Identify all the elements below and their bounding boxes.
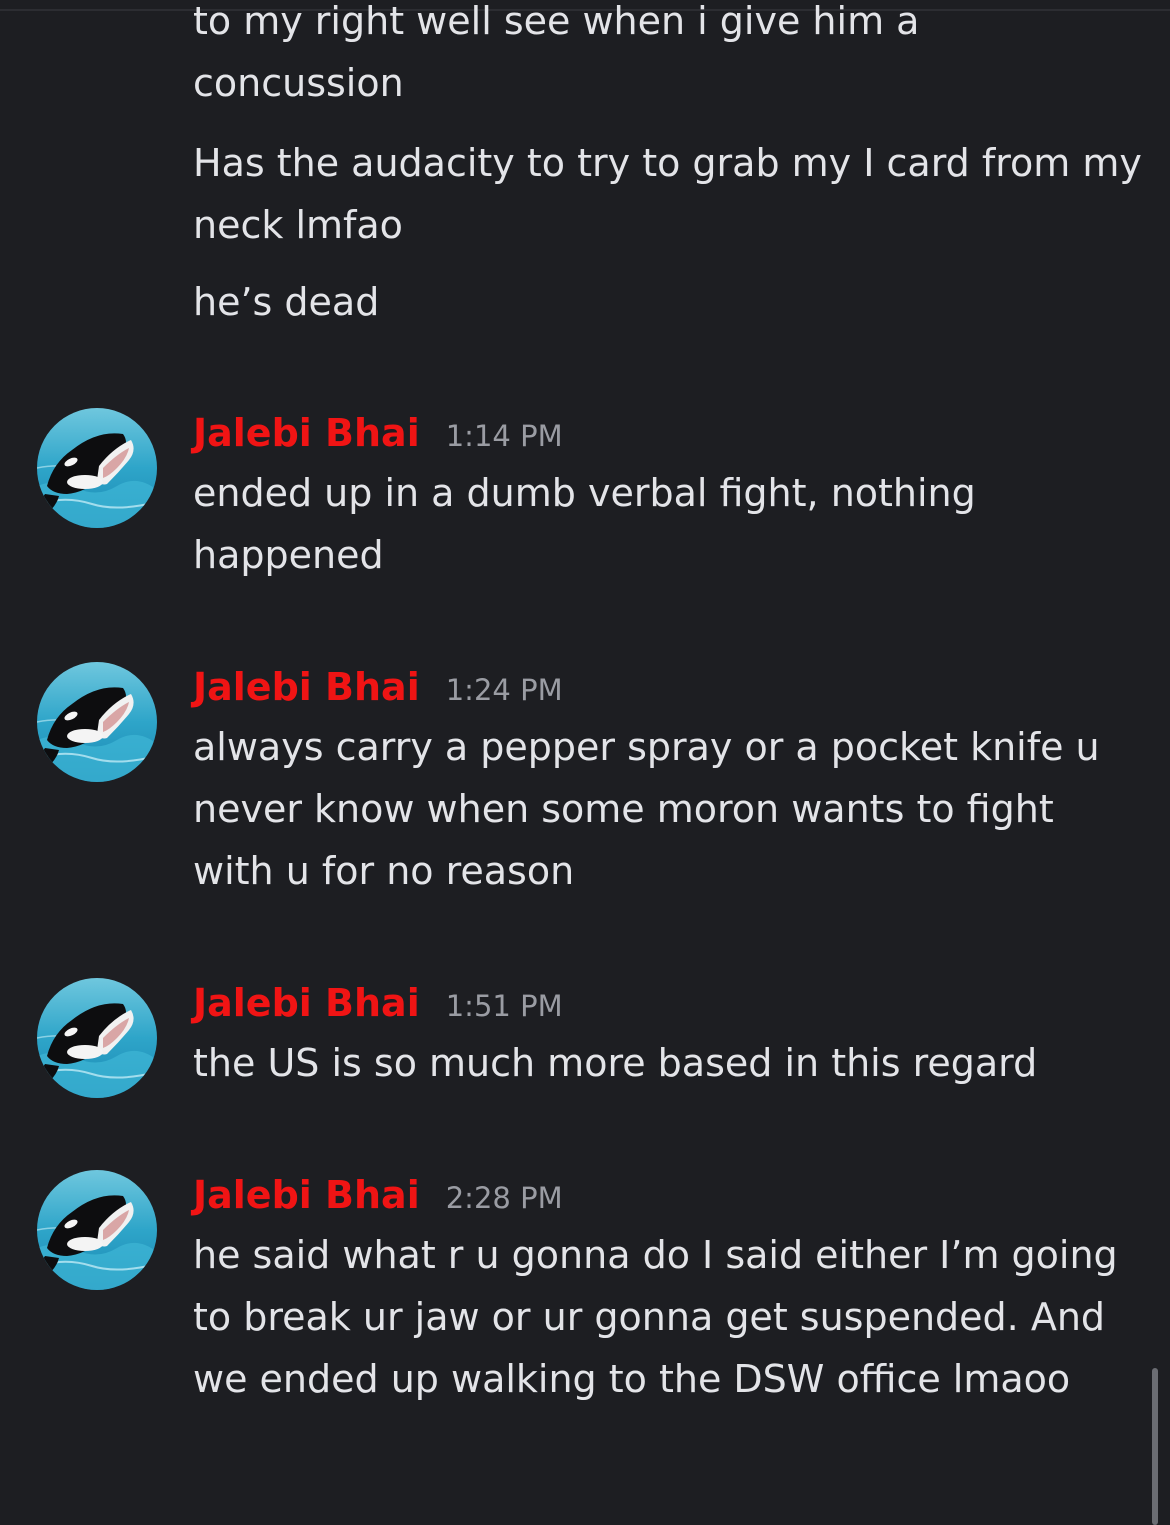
username[interactable]: Jalebi Bhai xyxy=(193,408,420,458)
avatar[interactable] xyxy=(37,1170,157,1290)
message-header: Jalebi Bhai 1:14 PM xyxy=(193,408,563,458)
avatar[interactable] xyxy=(37,408,157,528)
message-header: Jalebi Bhai 1:24 PM xyxy=(193,662,563,712)
timestamp: 1:24 PM xyxy=(445,673,563,707)
orca-avatar-icon xyxy=(37,1170,157,1290)
username[interactable]: Jalebi Bhai xyxy=(193,1170,420,1220)
message-header: Jalebi Bhai 2:28 PM xyxy=(193,1170,563,1220)
message-text: he’s dead xyxy=(193,280,380,324)
username[interactable]: Jalebi Bhai xyxy=(193,978,420,1028)
message-header: Jalebi Bhai 1:51 PM xyxy=(193,978,563,1028)
avatar[interactable] xyxy=(37,978,157,1098)
message-text: ended up in a dumb verbal fight, nothing… xyxy=(193,471,988,577)
orca-avatar-icon xyxy=(37,408,157,528)
avatar[interactable] xyxy=(37,662,157,782)
message-text: the US is so much more based in this reg… xyxy=(193,1041,1038,1085)
message-text: always carry a pepper spray or a pocket … xyxy=(193,725,1112,893)
timestamp: 1:51 PM xyxy=(445,989,563,1023)
message-text: Has the audacity to try to grab my I car… xyxy=(193,141,1154,247)
timestamp: 2:28 PM xyxy=(445,1181,563,1215)
chat-view: to my right well see when i give him a c… xyxy=(0,0,1170,1525)
orca-avatar-icon xyxy=(37,662,157,782)
username[interactable]: Jalebi Bhai xyxy=(193,662,420,712)
orca-avatar-icon xyxy=(37,978,157,1098)
message-text: to my right well see when i give him a c… xyxy=(193,0,920,105)
timestamp: 1:14 PM xyxy=(445,419,563,453)
scrollbar[interactable] xyxy=(1152,1368,1158,1525)
message-text: he said what r u gonna do I said either … xyxy=(193,1233,1130,1401)
